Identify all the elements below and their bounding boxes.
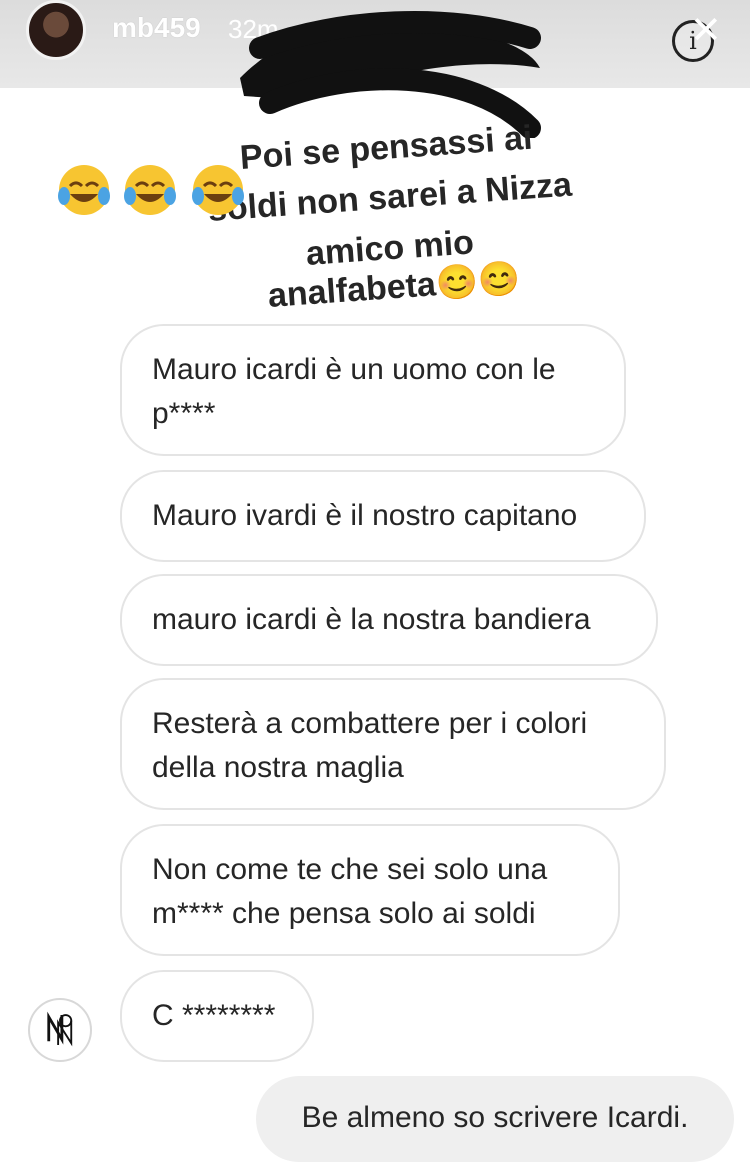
message-bubble[interactable]: Non come te che sei solo una m**** che p… bbox=[120, 824, 620, 956]
avatar[interactable] bbox=[26, 0, 86, 60]
sender-avatar[interactable] bbox=[28, 998, 92, 1062]
face-with-tears-of-joy-icon bbox=[58, 165, 110, 215]
message-bubble[interactable]: mauro icardi è la nostra bandiera bbox=[120, 574, 658, 666]
message-text: Mauro icardi è un uomo con le p**** bbox=[152, 353, 556, 430]
message-bubble[interactable]: Mauro icardi è un uomo con le p**** bbox=[120, 324, 626, 456]
message-text: mauro icardi è la nostra bandiera bbox=[152, 603, 591, 636]
face-with-tears-of-joy-icon bbox=[124, 165, 176, 215]
username[interactable]: mb459 bbox=[112, 12, 201, 44]
message-bubble[interactable]: Mauro ivardi è il nostro capitano bbox=[120, 470, 646, 562]
message-bubble[interactable]: Resterà a combattere per i colori della … bbox=[120, 678, 666, 810]
reply-bubble[interactable]: Be almeno so scrivere Icardi. bbox=[256, 1076, 734, 1162]
face-with-tears-of-joy-icon bbox=[192, 165, 244, 215]
reply-text: Be almeno so scrivere Icardi. bbox=[301, 1101, 689, 1134]
message-text: C ******** bbox=[152, 999, 276, 1032]
redaction-scribble bbox=[240, 11, 541, 138]
story-text-line-4: analfabeta😊😊 bbox=[266, 259, 522, 315]
message-text: Mauro ivardi è il nostro capitano bbox=[152, 499, 578, 532]
message-text: Non come te che sei solo una m**** che p… bbox=[152, 853, 548, 930]
message-bubble[interactable]: C ******** bbox=[120, 970, 314, 1062]
message-text: Resterà a combattere per i colori della … bbox=[152, 707, 588, 784]
close-icon[interactable]: ✕ bbox=[690, 8, 722, 52]
